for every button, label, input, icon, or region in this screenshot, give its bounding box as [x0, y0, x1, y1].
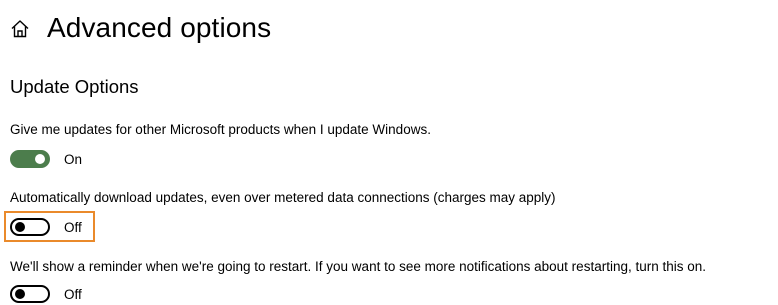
page-title: Advanced options: [47, 12, 272, 43]
toggle-state-label: Off: [64, 219, 82, 235]
setting-description-metered-downloads: Automatically download updates, even ove…: [10, 190, 556, 205]
setting-description-restart-reminder: We'll show a reminder when we're going t…: [10, 259, 707, 274]
toggle-knob: [15, 289, 25, 299]
restart-reminder-toggle[interactable]: [10, 285, 50, 303]
toggle-state-label: On: [64, 151, 83, 167]
metered-downloads-toggle[interactable]: [10, 218, 50, 236]
setting-toggle-row-restart-reminder: Off: [10, 283, 82, 305]
setting-description-office-updates: Give me updates for other Microsoft prod…: [10, 122, 431, 137]
office-updates-toggle[interactable]: [10, 150, 50, 168]
setting-toggle-row-office-updates: On: [10, 148, 82, 170]
section-title: Update Options: [10, 76, 139, 97]
toggle-knob: [15, 222, 25, 232]
toggle-knob: [35, 154, 45, 164]
toggle-state-label: Off: [64, 286, 82, 302]
home-icon[interactable]: [9, 18, 31, 40]
setting-toggle-row-metered-downloads: Off: [10, 216, 82, 238]
page-header: Advanced options: [9, 8, 271, 48]
advanced-options-page: Advanced options Update Options Give me …: [0, 0, 778, 305]
